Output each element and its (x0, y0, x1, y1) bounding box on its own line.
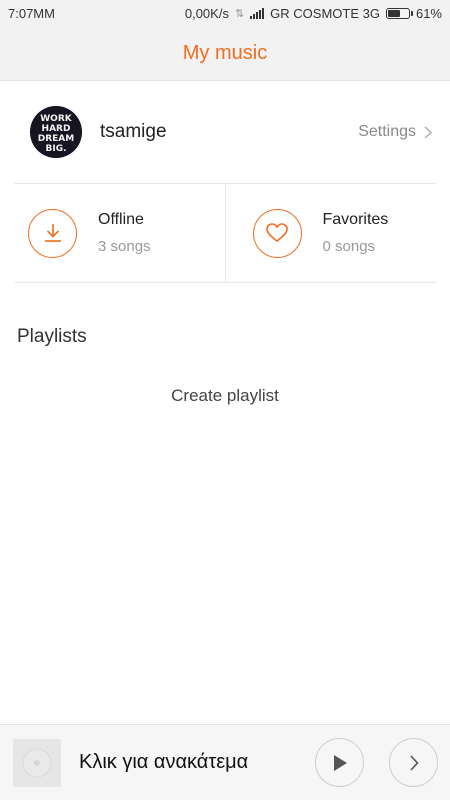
next-button[interactable] (389, 738, 438, 787)
mini-player[interactable]: Κλικ για ανακάτεμα (0, 724, 450, 800)
create-playlist-button[interactable]: Create playlist (0, 386, 450, 406)
avatar-text-line: HARD (42, 124, 71, 134)
disc-icon (22, 748, 52, 777)
playlists-heading: Playlists (17, 326, 87, 347)
signal-icon (250, 7, 265, 19)
status-right: 0,00K/s ⇅ GR COSMOTE 3G 61% (185, 6, 442, 21)
album-art[interactable] (13, 738, 61, 787)
play-icon (333, 754, 347, 771)
offline-text: Offline 3 songs (98, 211, 151, 255)
avatar-text-line: WORK (40, 114, 73, 124)
favorites-text: Favorites 0 songs (323, 211, 389, 255)
download-icon (28, 208, 77, 258)
favorites-label: Favorites (322, 211, 389, 228)
battery-fill (387, 9, 401, 17)
status-bar: 7:07ΜΜ 0,00K/s ⇅ GR COSMOTE 3G 61% (0, 0, 450, 26)
network-speed: 0,00K/s (184, 5, 229, 21)
offline-button[interactable]: Offline 3 songs (14, 184, 226, 282)
avatar[interactable]: WORK HARD DREAM BIG. (30, 106, 82, 158)
offline-count: 3 songs (98, 238, 151, 255)
battery-icon (385, 7, 413, 19)
play-button[interactable] (315, 738, 364, 787)
data-arrows-icon: ⇅ (234, 7, 245, 20)
avatar-text-line: BIG. (45, 144, 66, 154)
next-icon (409, 754, 419, 771)
status-time: 7:07ΜΜ (8, 5, 55, 21)
chevron-right-icon (424, 125, 432, 139)
favorites-count: 0 songs (322, 238, 376, 255)
settings-label: Settings (358, 123, 416, 140)
battery-percent: 61% (415, 5, 442, 21)
username[interactable]: tsamige (100, 121, 167, 143)
offline-label: Offline (98, 211, 144, 228)
profile-row: WORK HARD DREAM BIG. tsamige Settings (14, 81, 436, 184)
title-bar: My music (0, 26, 450, 81)
track-title[interactable]: Κλικ για ανακάτεμα (79, 751, 315, 774)
library-stats: Offline 3 songs Favorites 0 songs (14, 184, 436, 283)
avatar-image: WORK HARD DREAM BIG. (30, 106, 82, 158)
avatar-text-line: DREAM (38, 134, 75, 144)
carrier-name: GR COSMOTE 3G (270, 5, 380, 21)
page-title: My music (182, 41, 268, 64)
settings-button[interactable]: Settings (358, 123, 436, 141)
favorites-button[interactable]: Favorites 0 songs (226, 184, 437, 282)
heart-icon (252, 208, 302, 258)
